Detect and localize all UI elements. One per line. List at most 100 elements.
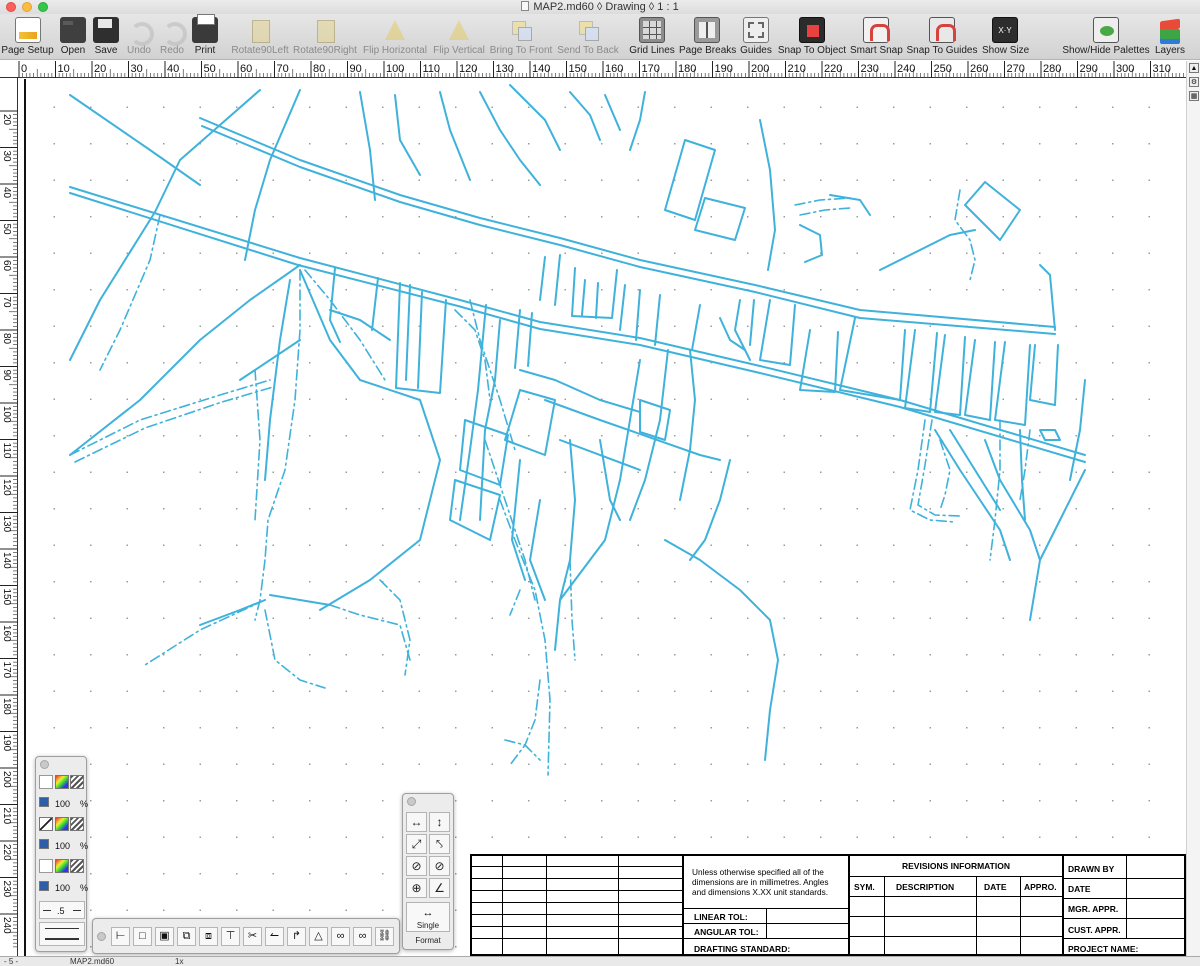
attributes-palette[interactable]: 100 % 100 % 100 % .5 (35, 756, 88, 952)
vertical-dimension-icon[interactable]: ↕ (429, 812, 450, 832)
folder-open-icon (60, 17, 86, 43)
page-breaks-icon (694, 17, 720, 43)
vertical-scrollbar[interactable]: ▲ ⚙ ▦ (1186, 61, 1200, 956)
fill-color-swatch[interactable] (55, 775, 69, 789)
ruler-v-label: 200 (1, 771, 12, 788)
smart-snap-label: Smart Snap (850, 45, 903, 56)
pen-color-swatch[interactable] (55, 817, 69, 831)
undo-button[interactable]: Undo (124, 16, 154, 58)
ruler-h-label: 250 (934, 63, 952, 75)
join-link-icon[interactable]: ⛓ (375, 927, 394, 946)
palette-close-icon[interactable] (97, 932, 106, 941)
guides-button[interactable]: Guides (738, 16, 774, 58)
minimize-window-icon[interactable] (22, 2, 32, 12)
ruler-v-label: 190 (1, 735, 12, 752)
scissors-icon[interactable]: ✂ (243, 927, 262, 946)
send-to-back-button[interactable]: Send To Back (557, 16, 619, 58)
palette-close-icon[interactable] (40, 760, 49, 769)
flip-horizontal-button[interactable]: Flip Horizontal (361, 16, 429, 58)
rotate90left-button[interactable]: Rotate90Left (230, 16, 290, 58)
mirror-icon[interactable]: △ (309, 927, 328, 946)
zoom-mini-icon[interactable]: ▦ (1189, 91, 1199, 101)
grid-lines-button[interactable]: Grid Lines (628, 16, 676, 58)
status-bar: - 5 - MAP2.md60 1x (0, 956, 1200, 966)
bring-to-front-button[interactable]: Bring To Front (489, 16, 553, 58)
pen-line-icon[interactable] (39, 817, 53, 831)
trim-icon[interactable]: ⊤ (221, 927, 240, 946)
flip-horizontal-icon (382, 17, 408, 43)
radius-dimension-icon[interactable]: ⊘ (429, 856, 450, 876)
map-dashed-lines[interactable] (69, 189, 1031, 776)
diameter-dimension-icon[interactable]: ⊘ (406, 856, 427, 876)
layers-mini-icon[interactable]: ⚙ (1189, 77, 1199, 87)
dimension-format-button[interactable]: Format (406, 936, 450, 945)
show-size-button[interactable]: X·Y Show Size (982, 16, 1029, 58)
ruler-h-label: 230 (861, 63, 879, 75)
text-pattern-swatch[interactable] (70, 859, 84, 873)
status-scale[interactable]: 1x (175, 957, 183, 966)
ruler-h-label: 70 (277, 63, 289, 75)
object-tools-palette[interactable]: ⊢ □ ▣ ⧉ ⧈ ⊤ ✂ ↼ ↱ △ ∞ ∞ ⛓ (92, 918, 400, 954)
horizontal-dimension-icon[interactable]: ↔ (406, 812, 427, 832)
text-opacity-value[interactable]: 100 (55, 882, 70, 894)
align-right-icon[interactable]: ▣ (155, 927, 174, 946)
ungroup-icon[interactable]: ⧈ (199, 927, 218, 946)
map-solid-lines[interactable] (69, 84, 1086, 761)
break-link-icon[interactable]: ∞ (353, 927, 372, 946)
flip-vertical-button[interactable]: Flip Vertical (432, 16, 486, 58)
ruler-v-label: 90 (1, 370, 12, 382)
angular-tol-label: ANGULAR TOL: (694, 927, 759, 937)
pen-pattern-swatch[interactable] (70, 817, 84, 831)
chain-link-icon[interactable]: ∞ (331, 927, 350, 946)
page-breaks-button[interactable]: Page Breaks (679, 16, 736, 58)
dimension-palette[interactable]: ↔ ↕ ⤢ ⤣ ⊘ ⊘ ⊕ ∠ ↔ Single Format (402, 793, 454, 950)
show-hide-palettes-button[interactable]: Show/Hide Palettes (1062, 16, 1150, 58)
aligned-dimension-icon[interactable]: ⤢ (406, 834, 427, 854)
ruler-h-label: 0 (21, 63, 27, 75)
angular-dimension-icon[interactable]: ∠ (429, 878, 450, 898)
zoom-window-icon[interactable] (38, 2, 48, 12)
group-icon[interactable]: ⧉ (177, 927, 196, 946)
drawing-canvas[interactable] (19, 79, 1185, 956)
print-button[interactable]: Print (190, 14, 220, 58)
fill-bucket-icon[interactable] (39, 775, 53, 789)
close-window-icon[interactable] (6, 2, 16, 12)
align-center-icon[interactable]: ⊢ (111, 927, 130, 946)
zoom-control[interactable]: - 5 - (4, 957, 18, 966)
palette-close-icon[interactable] (407, 797, 416, 806)
ruler-h-label: 80 (313, 63, 325, 75)
align-left-icon[interactable]: □ (133, 927, 152, 946)
pen-opacity-value[interactable]: 100 (55, 840, 70, 852)
snap-to-object-button[interactable]: Snap To Object (777, 16, 847, 58)
chamfer-icon[interactable]: ↱ (287, 927, 306, 946)
vertical-ruler[interactable]: 20 30 40 50 60 70 80 90 100 110 120 130 140 150 160 170… (0, 78, 18, 956)
redo-button[interactable]: Redo (157, 16, 187, 58)
scroll-up-arrow-icon[interactable]: ▲ (1189, 63, 1199, 73)
arrow-style-selector[interactable]: ↔ Single (406, 902, 450, 932)
fill-pattern-swatch[interactable] (70, 775, 84, 789)
document-icon (521, 1, 530, 11)
horizontal-ruler[interactable]: 0 10 20 30 40 50 60 70 80 90 100 110 120 130 140 150 160… (0, 61, 1200, 78)
center-mark-icon[interactable]: ⊕ (406, 878, 427, 898)
text-pen-icon[interactable] (39, 859, 53, 873)
layers-button[interactable]: Layers (1152, 16, 1188, 58)
ruler-h-label: 290 (1080, 63, 1098, 75)
ruler-h-label: 240 (897, 63, 915, 75)
open-button[interactable]: Open (58, 16, 88, 58)
street-map-drawing[interactable] (19, 79, 1185, 956)
ruler-h-label: 210 (788, 63, 806, 75)
text-color-swatch[interactable] (55, 859, 69, 873)
rotate90right-button[interactable]: Rotate90Right (293, 16, 357, 58)
ruler-h-label: 220 (824, 63, 842, 75)
fillet-icon[interactable]: ↼ (265, 927, 284, 946)
fill-opacity-value[interactable]: 100 (55, 798, 70, 810)
save-button[interactable]: Save (91, 16, 121, 58)
line-width-selector[interactable]: .5 (39, 901, 85, 919)
perpendicular-dimension-icon[interactable]: ⤣ (429, 834, 450, 854)
snap-to-guides-button[interactable]: Snap To Guides (906, 16, 978, 58)
smart-snap-button[interactable]: Smart Snap (850, 16, 903, 58)
manager-approval-label: MGR. APPR. (1068, 904, 1119, 914)
line-style-selector[interactable] (39, 922, 85, 946)
ruler-v-label: 80 (1, 333, 12, 345)
page-setup-button[interactable]: Page Setup (0, 16, 55, 58)
